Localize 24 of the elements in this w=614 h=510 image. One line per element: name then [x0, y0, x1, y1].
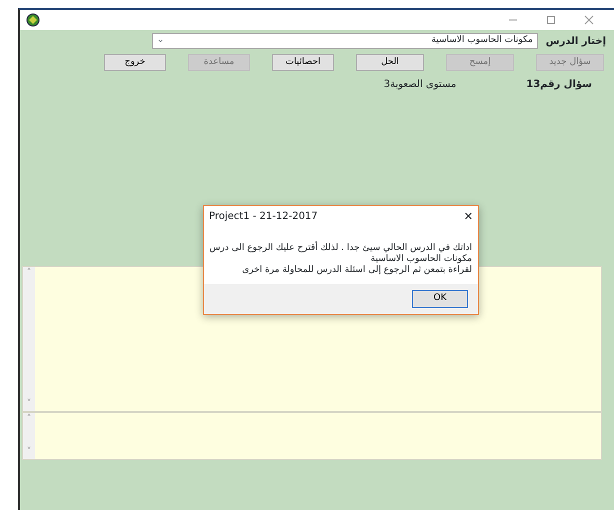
difficulty-level: مستوى الصعوبة3 — [384, 78, 456, 92]
app-icon — [26, 13, 40, 27]
lesson-value: مكونات الحاسوب الاساسية — [431, 34, 533, 48]
scroll-down-icon[interactable]: ˅ — [26, 398, 32, 411]
dialog-title: Project1 - 21-12-2017 — [209, 210, 318, 224]
scroll-up-icon[interactable]: ˄ — [26, 413, 32, 426]
scroll-up-icon[interactable]: ˄ — [26, 267, 32, 280]
message-text: مكونات الحاسوب الاساسية — [370, 254, 472, 265]
lesson-label: إختار الدرس — [546, 34, 606, 48]
scrollbar[interactable]: ˄ ˅ — [23, 413, 35, 459]
maximize-icon[interactable] — [546, 14, 556, 25]
message-text: لقراءة بتمعن ثم الرجوع إلى اسئلة الدرس للمحاولة مرة اخرى — [241, 265, 472, 276]
scrollbar[interactable]: ˄ ˅ — [23, 267, 35, 411]
scroll-down-icon[interactable]: ˅ — [26, 446, 32, 459]
lesson-dropdown[interactable]: مكونات الحاسوب الاساسية ⌄ — [152, 33, 538, 49]
toolbar-button[interactable]: الحل — [356, 54, 424, 71]
ok-button[interactable]: OK — [412, 290, 468, 308]
message-text: اداتك في الدرس الحالي سيئ جدا . لذلك أقترح عليك الرجوع الى درس — [210, 243, 472, 254]
close-icon[interactable] — [584, 14, 594, 25]
close-button[interactable]: ✕ — [464, 208, 473, 225]
dropdown-arrow-icon: ⌄ — [156, 34, 164, 48]
toolbar-button[interactable]: خروج — [104, 54, 166, 71]
toolbar-button[interactable]: احصائيات — [272, 54, 334, 71]
question-number: سؤال رقم13 — [526, 78, 592, 92]
